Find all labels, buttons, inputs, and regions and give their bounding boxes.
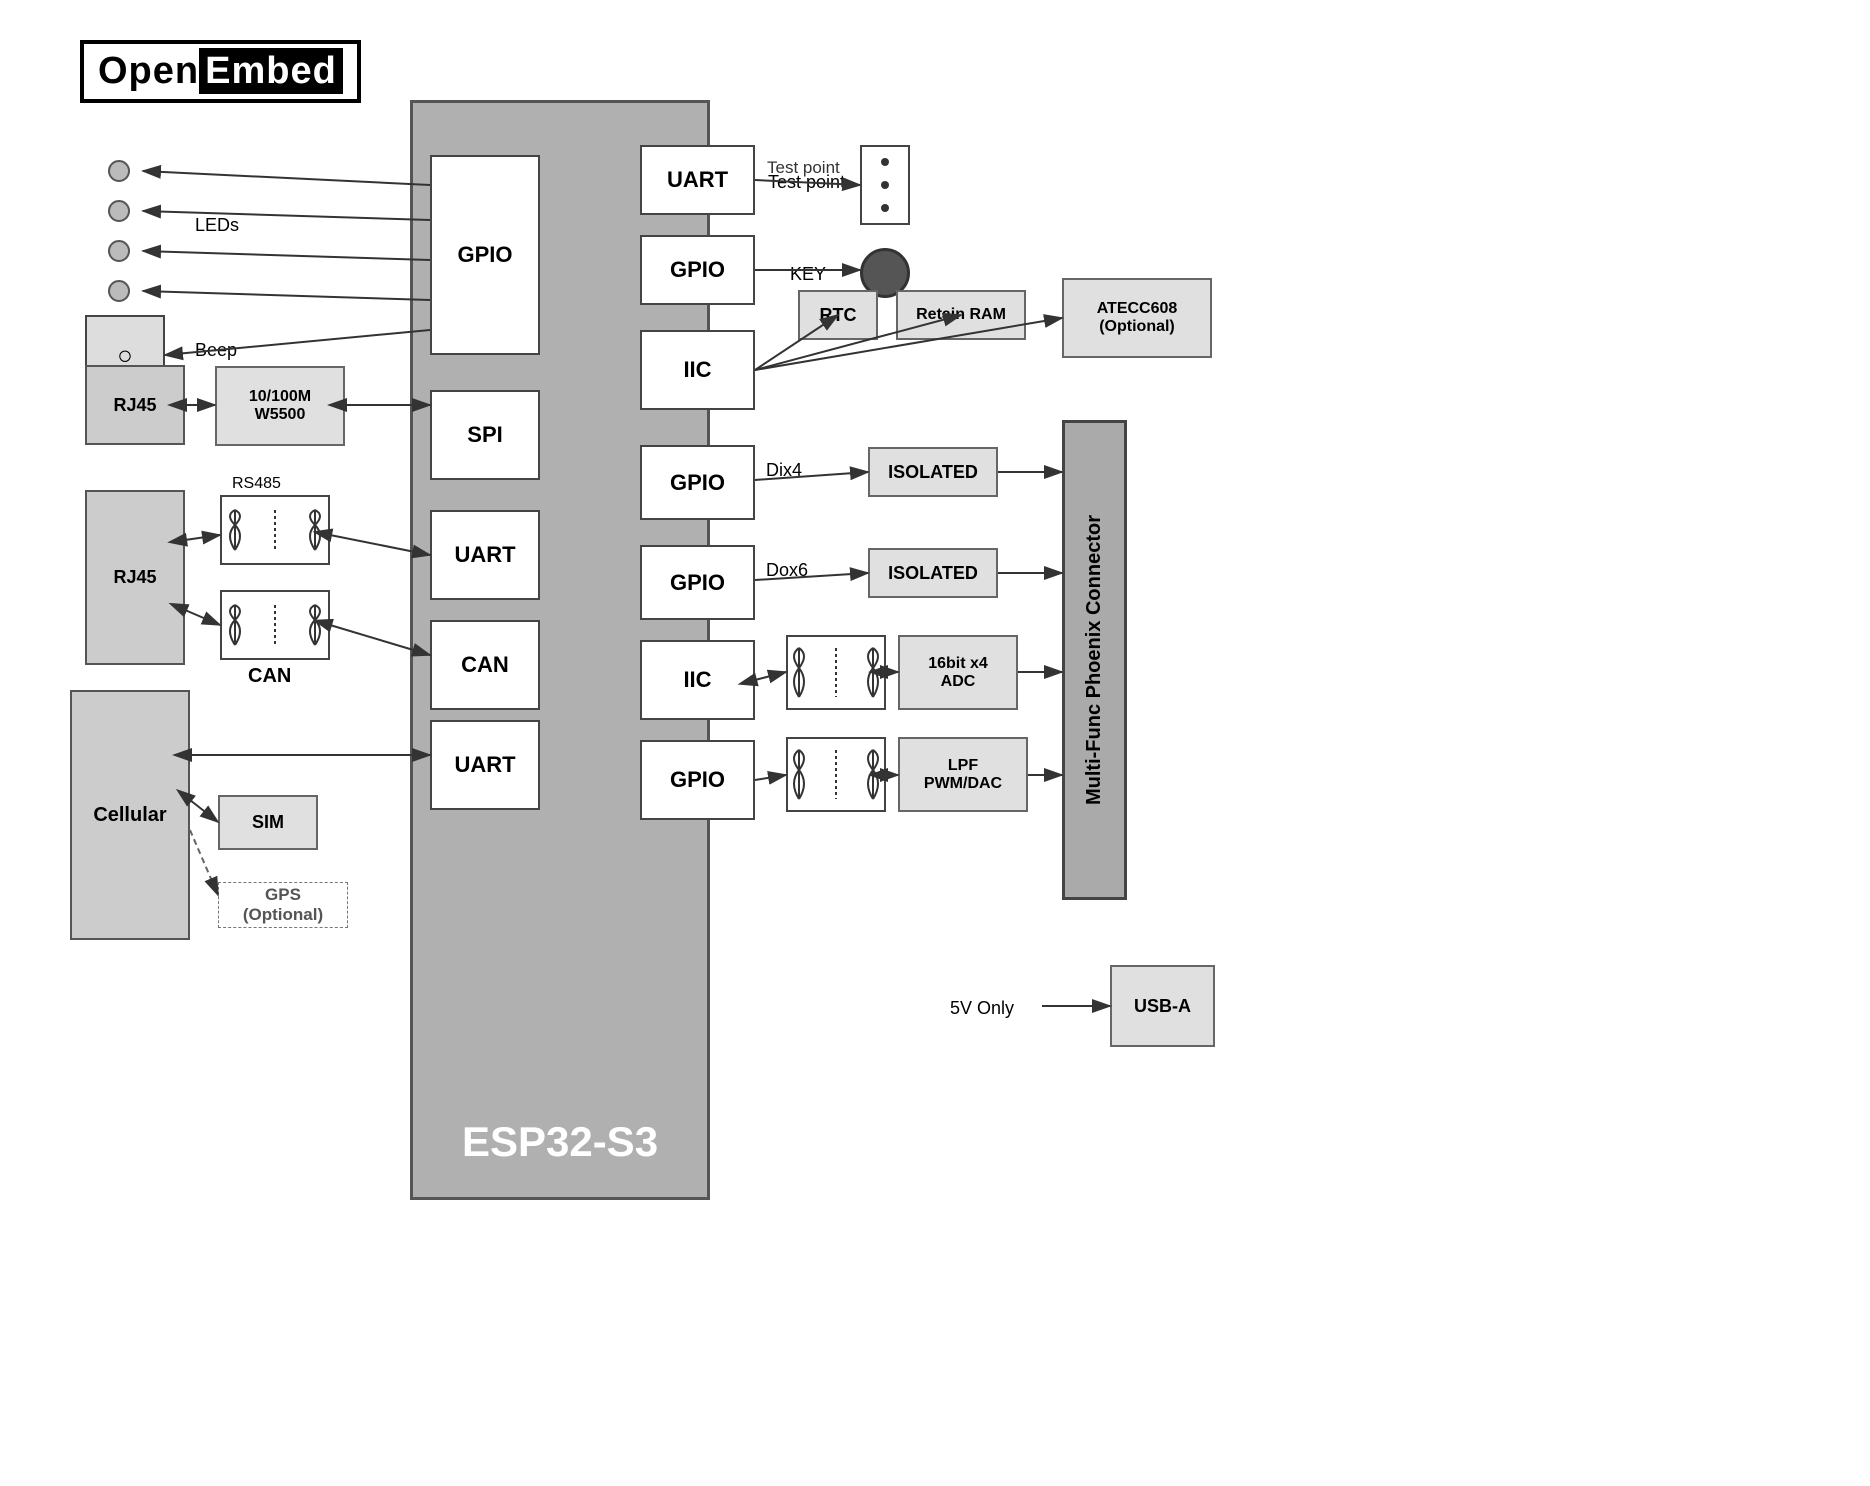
gpio-right1-block: GPIO bbox=[640, 235, 755, 305]
uart-right-block: UART bbox=[640, 145, 755, 215]
5v-label: 5V Only bbox=[950, 998, 1014, 1019]
can-bottom-label: CAN bbox=[248, 665, 291, 688]
can-block: CAN bbox=[430, 620, 540, 710]
dox6-label: Dox6 bbox=[766, 560, 808, 581]
gpio-right2-block: GPIO bbox=[640, 445, 755, 520]
w5500-box: 10/100MW5500 bbox=[215, 366, 345, 446]
test-point-box bbox=[860, 145, 910, 225]
test-point-label: Test point bbox=[768, 172, 845, 193]
dix4-label: Dix4 bbox=[766, 460, 802, 481]
led-dot-1 bbox=[108, 160, 130, 182]
cellular-block: Cellular bbox=[70, 690, 190, 940]
sim-box: SIM bbox=[218, 795, 318, 850]
logo-embed: Embed bbox=[199, 48, 343, 94]
key-label: KEY bbox=[790, 264, 826, 285]
adc-box: 16bit x4ADC bbox=[898, 635, 1018, 710]
uart-bottom-block: UART bbox=[430, 720, 540, 810]
spi-block: SPI bbox=[430, 390, 540, 480]
esp32-label: ESP32-S3 bbox=[462, 1117, 658, 1167]
lpf-transformer bbox=[786, 737, 886, 812]
rj45-bottom: RJ45 bbox=[85, 490, 185, 665]
led-dot-2 bbox=[108, 200, 130, 222]
tp-dot-1 bbox=[881, 158, 889, 166]
retain-ram-box: Retain RAM bbox=[896, 290, 1026, 340]
logo-open: Open bbox=[98, 50, 199, 92]
tp-dot-2 bbox=[881, 181, 889, 189]
rj45-top: RJ45 bbox=[85, 365, 185, 445]
beep-label: Beep bbox=[195, 340, 237, 361]
gpio-right4-block: GPIO bbox=[640, 740, 755, 820]
logo: OpenEmbed bbox=[80, 40, 361, 103]
multiFunc-connector: Multi-Func Phoenix Connector bbox=[1062, 420, 1127, 900]
transformer-rs485 bbox=[220, 495, 330, 565]
tp-dot-3 bbox=[881, 204, 889, 212]
leds-label: LEDs bbox=[195, 215, 239, 236]
atecc608-box: ATECC608(Optional) bbox=[1062, 278, 1212, 358]
usb-a-box: USB-A bbox=[1110, 965, 1215, 1047]
iic-right1-block: IIC bbox=[640, 330, 755, 410]
transformer-can bbox=[220, 590, 330, 660]
gps-optional-box: GPS(Optional) bbox=[218, 882, 348, 928]
uart-left-block: UART bbox=[430, 510, 540, 600]
adc-transformer bbox=[786, 635, 886, 710]
led-dot-4 bbox=[108, 280, 130, 302]
gpio-left-block: GPIO bbox=[430, 155, 540, 355]
rtc-box: RTC bbox=[798, 290, 878, 340]
iic-right2-block: IIC bbox=[640, 640, 755, 720]
gpio-right3-block: GPIO bbox=[640, 545, 755, 620]
rs485-label: RS485 bbox=[232, 475, 281, 493]
diagram-container: OpenEmbed ESP32-S3 GPIO SPI UART CAN UAR… bbox=[0, 0, 1870, 1486]
lpf-box: LPFPWM/DAC bbox=[898, 737, 1028, 812]
isolated1-box: ISOLATED bbox=[868, 447, 998, 497]
led-dot-3 bbox=[108, 240, 130, 262]
isolated2-box: ISOLATED bbox=[868, 548, 998, 598]
